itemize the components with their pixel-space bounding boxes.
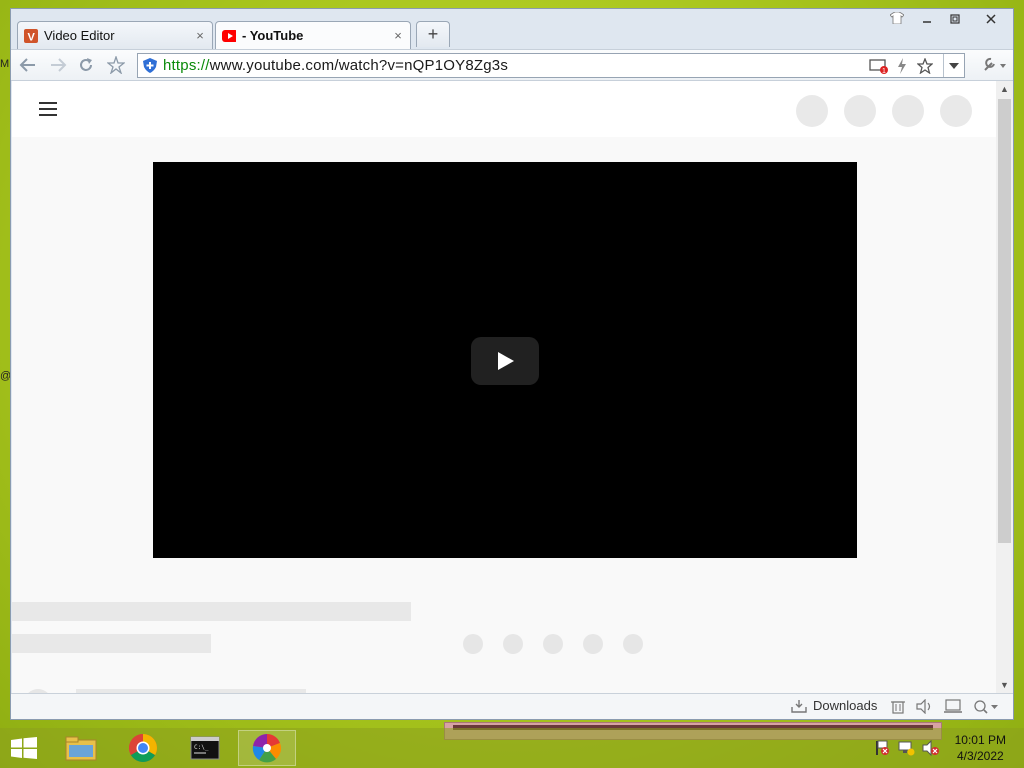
favorite-star-icon[interactable] (105, 54, 127, 76)
close-window-button[interactable] (971, 9, 1011, 31)
chrome-icon (129, 734, 157, 762)
restore-button[interactable] (943, 9, 967, 31)
navigation-toolbar: https://www.youtube.com/watch?v=nQP1OY8Z… (11, 49, 1013, 81)
action-skeleton-dot (503, 634, 523, 654)
video-editor-v-icon: V (24, 28, 38, 43)
tab-label: - YouTube (242, 28, 304, 43)
shirt-skin-icon[interactable] (885, 9, 909, 31)
url-text: https://www.youtube.com/watch?v=nQP1OY8Z… (163, 57, 509, 74)
subtitle-skeleton (12, 634, 211, 653)
address-bar[interactable]: https://www.youtube.com/watch?v=nQP1OY8Z… (137, 53, 965, 78)
screen-capture-icon[interactable]: 1 (869, 58, 889, 74)
zoom-magnifier-icon[interactable] (973, 699, 1001, 717)
action-skeleton-dot (463, 634, 483, 654)
lightning-icon[interactable] (897, 57, 907, 74)
forward-arrow-icon[interactable] (47, 54, 69, 76)
command-prompt-button[interactable]: C:\_ (176, 730, 234, 766)
taskbar: C:\_ 10:01 PM 4/3/2022 (0, 728, 1024, 768)
tab-youtube[interactable]: - YouTube × (215, 21, 411, 49)
tab-close-button[interactable]: × (390, 28, 406, 43)
header-placeholder-circle (796, 95, 828, 127)
play-button[interactable] (471, 337, 539, 385)
bookmark-star-icon[interactable] (917, 57, 933, 74)
trash-icon[interactable] (891, 699, 905, 717)
chrome-button[interactable] (114, 730, 172, 766)
desktop-icon-peek: @ (0, 370, 12, 382)
address-dropdown-button[interactable] (943, 54, 964, 77)
window-layout-icon[interactable] (944, 699, 962, 717)
browser-window: V Video Editor × - YouTube × + https://w… (10, 8, 1014, 720)
reload-icon[interactable] (75, 54, 97, 76)
title-bar: V Video Editor × - YouTube × + (11, 9, 1013, 49)
system-clock[interactable]: 10:01 PM 4/3/2022 (955, 732, 1006, 764)
youtube-header (12, 81, 996, 137)
action-skeleton-dot (583, 634, 603, 654)
header-placeholder-circle (892, 95, 924, 127)
new-tab-button[interactable]: + (416, 21, 450, 47)
desktop-icon-peek: M (0, 58, 10, 70)
file-explorer-button[interactable] (52, 730, 110, 766)
photo-pinwheel-icon (252, 733, 282, 763)
header-placeholder-circle (940, 95, 972, 127)
downloads-label: Downloads (813, 698, 878, 713)
action-skeleton-dot (543, 634, 563, 654)
terminal-icon: C:\_ (190, 736, 220, 760)
scrollbar-thumb[interactable] (998, 99, 1011, 543)
status-bar: Downloads (11, 693, 1013, 719)
youtube-icon (222, 29, 236, 43)
secure-shield-icon (143, 58, 157, 73)
vertical-scrollbar[interactable]: ▲ ▼ (996, 81, 1013, 693)
network-status-icon[interactable] (898, 740, 916, 761)
title-skeleton (12, 602, 411, 621)
scroll-down-arrow-icon[interactable]: ▼ (996, 677, 1013, 693)
play-icon (498, 352, 514, 370)
action-skeleton-dot (623, 634, 643, 654)
page-viewport (12, 81, 996, 693)
tab-close-button[interactable]: × (192, 28, 208, 43)
header-placeholder-circle (844, 95, 876, 127)
video-editor-taskbar-button[interactable] (238, 730, 296, 766)
downloads-button[interactable]: Downloads (791, 698, 877, 713)
start-button[interactable] (0, 730, 48, 766)
network-flag-icon[interactable] (874, 740, 890, 761)
clock-time: 10:01 PM (954, 733, 1006, 747)
windows-logo-icon (11, 737, 37, 759)
wrench-settings-icon[interactable] (979, 54, 1009, 76)
video-player[interactable] (153, 162, 857, 558)
scroll-up-arrow-icon[interactable]: ▲ (996, 81, 1013, 97)
back-arrow-icon[interactable] (17, 54, 39, 76)
svg-text:V: V (28, 31, 36, 43)
folder-icon (65, 736, 97, 761)
clock-date: 4/3/2022 (956, 749, 1004, 763)
svg-text:1: 1 (882, 68, 886, 74)
tab-label: Video Editor (44, 28, 115, 43)
menu-hamburger-icon[interactable] (39, 102, 57, 116)
tab-video-editor[interactable]: V Video Editor × (17, 21, 213, 49)
volume-icon[interactable] (916, 698, 934, 717)
minimize-button[interactable] (915, 9, 939, 31)
speaker-muted-icon[interactable] (922, 739, 940, 761)
svg-text:C:\_: C:\_ (194, 744, 209, 751)
download-tray-icon (791, 699, 807, 713)
